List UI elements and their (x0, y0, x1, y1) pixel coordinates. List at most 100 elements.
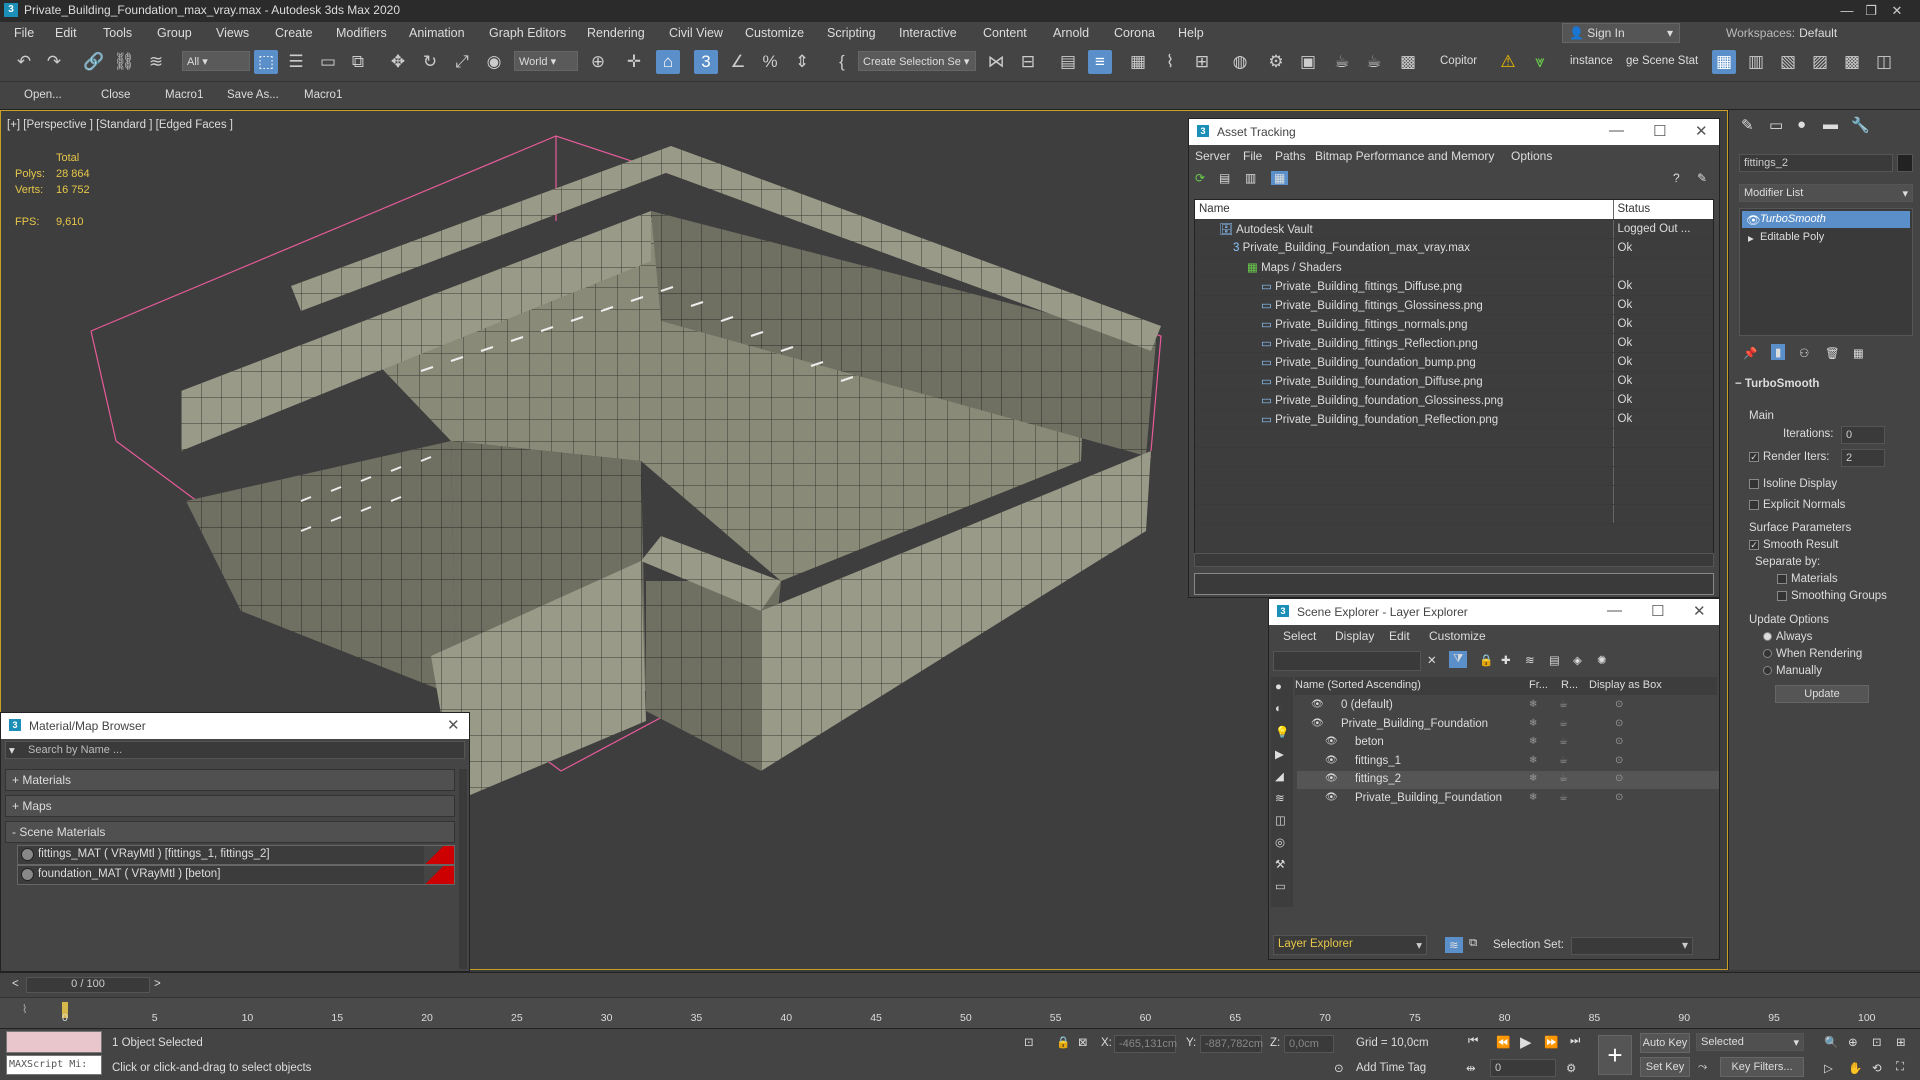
maxscript-listener-pink[interactable] (6, 1031, 102, 1053)
instance-label[interactable]: instance (1570, 55, 1613, 67)
freeze-icon[interactable]: ❄ (1529, 792, 1537, 803)
freeze-icon[interactable]: ❄ (1529, 755, 1537, 766)
smooth-result-checkbox[interactable]: ✓ Smooth Result (1749, 539, 1838, 551)
asset-row[interactable]: ▭ Private_Building_foundation_Glossiness… (1195, 390, 1713, 410)
named-selection-dropdown[interactable]: Create Selection Se ▾ (858, 51, 976, 71)
maxscript-mini-listener[interactable]: MAXScript Mi: (6, 1055, 102, 1075)
freeze-icon[interactable]: ❄ (1529, 773, 1537, 784)
select-object-icon[interactable]: ⬚ (254, 50, 278, 74)
close-icon[interactable]: ✕ (447, 716, 460, 734)
grid-view-icon[interactable]: ▦ (1271, 171, 1289, 185)
refresh-icon[interactable]: ⟳ (1195, 171, 1205, 185)
section-maps[interactable]: + Maps (5, 795, 455, 817)
create-tab-icon[interactable]: ✎ (1741, 116, 1754, 134)
time-config-icon[interactable]: ⚙ (1566, 1061, 1576, 1075)
explicit-normals-checkbox[interactable]: Explicit Normals (1749, 499, 1845, 511)
asset-row[interactable]: ▭ Private_Building_foundation_bump.png Ok (1195, 352, 1713, 372)
list-view-icon[interactable]: ▤ (1219, 171, 1230, 185)
box-icon[interactable]: ⊙ (1615, 755, 1623, 766)
at-menu-bitmap[interactable]: Bitmap Performance and Memory (1315, 149, 1494, 163)
render-icon[interactable]: ☕ (1559, 736, 1568, 747)
current-frame-field[interactable]: 0 (1490, 1059, 1556, 1077)
asset-row[interactable]: 🗄 Autodesk Vault Logged Out ... (1195, 219, 1713, 239)
zoom-extents-all-icon[interactable]: ⊞ (1896, 1035, 1906, 1049)
menu-views[interactable]: Views (216, 26, 249, 40)
tool-icon-6[interactable]: ◫ (1872, 50, 1896, 74)
clear-search-icon[interactable]: ✕ (1427, 653, 1437, 667)
angle-snap-icon[interactable]: ∠ (726, 50, 750, 74)
menu-customize[interactable]: Customize (745, 26, 804, 40)
x-coord-field[interactable]: -465,131cm (1114, 1035, 1177, 1053)
scene-search-input[interactable] (1273, 651, 1421, 671)
help-icon[interactable]: ? (1673, 171, 1680, 185)
section-scene-materials[interactable]: - Scene Materials (5, 821, 455, 843)
box-icon[interactable]: ⊙ (1615, 792, 1623, 803)
asset-row[interactable]: ▭ Private_Building_foundation_Diffuse.pn… (1195, 371, 1713, 391)
edit-named-sets-icon[interactable]: { (830, 50, 854, 74)
scene-row[interactable]: 👁 fittings_1 ❄ ☕ ⊙ (1297, 753, 1719, 771)
orbit-icon[interactable]: ⟲ (1872, 1061, 1882, 1075)
key-mode-toggle-icon[interactable]: ⤳ (1698, 1061, 1707, 1074)
close-icon[interactable]: ✕ (1695, 122, 1708, 140)
time-slider[interactable]: 0 / 100 (26, 977, 150, 993)
menu-civil-view[interactable]: Civil View (669, 26, 723, 40)
modifier-list-dropdown[interactable]: Modifier List ▾ (1739, 184, 1913, 202)
configure-sets-icon[interactable]: ▦ (1853, 346, 1864, 360)
render-icon[interactable]: ☕ (1330, 50, 1354, 74)
add-time-tag[interactable]: Add Time Tag (1356, 1062, 1426, 1074)
macro-macro1[interactable]: Macro1 (165, 89, 203, 101)
at-menu-options[interactable]: Options (1511, 149, 1552, 163)
freeze-icon[interactable]: ❄ (1529, 718, 1537, 729)
asset-row[interactable]: ▭ Private_Building_fittings_Glossiness.p… (1195, 295, 1713, 315)
eye-icon[interactable]: 👁 (1746, 213, 1761, 227)
macro-save-as[interactable]: Save As... (227, 89, 279, 101)
reference-coord-dropdown[interactable]: World ▾ (514, 51, 578, 71)
visibility-eye-icon[interactable]: 👁 (1325, 736, 1338, 747)
minimize-icon[interactable]: — (1607, 602, 1622, 619)
asset-row[interactable]: ▭ Private_Building_foundation_Reflection… (1195, 409, 1713, 429)
align-icon[interactable]: ⊟ (1016, 50, 1040, 74)
col-name-header[interactable]: Name (1195, 200, 1613, 220)
section-materials[interactable]: + Materials (5, 769, 455, 791)
se-col-r[interactable]: R... (1561, 679, 1578, 691)
next-frame-icon[interactable]: > (154, 978, 161, 990)
always-radio[interactable]: Always (1763, 631, 1812, 643)
turbosmooth-rollout-header[interactable]: − TurboSmooth (1735, 378, 1915, 396)
render-activeshade-icon[interactable]: ▩ (1396, 50, 1420, 74)
tool-icon-5[interactable]: ▩ (1840, 50, 1864, 74)
selection-set-dropdown[interactable]: ▾ (1571, 937, 1693, 955)
maximize-icon[interactable]: ☐ (1651, 602, 1664, 620)
menu-modifiers[interactable]: Modifiers (336, 26, 387, 40)
box-icon[interactable]: ⊙ (1615, 699, 1623, 710)
highlight-icon[interactable]: ✺ (1597, 653, 1607, 667)
snaps-toggle-icon[interactable]: 3 (694, 50, 718, 74)
mmb-scrollbar[interactable] (459, 769, 467, 969)
lock-icon[interactable]: 🔒 (1479, 653, 1493, 667)
macro-open[interactable]: Open... (24, 89, 62, 101)
at-menu-server[interactable]: Server (1195, 149, 1230, 163)
layer-stack-icon[interactable]: ◈ (1573, 653, 1582, 667)
at-menu-paths[interactable]: Paths (1275, 149, 1306, 163)
tool-icon-2[interactable]: ▥ (1744, 50, 1768, 74)
visibility-eye-icon[interactable]: 👁 (1311, 699, 1324, 710)
stack-turbosmooth[interactable]: TurboSmooth (1742, 211, 1910, 228)
keyboard-shortcut-icon[interactable]: ⌂ (656, 50, 680, 74)
scene-row[interactable]: 👁 beton ❄ ☕ ⊙ (1297, 734, 1719, 752)
pivot-center-icon[interactable]: ⊕ (586, 50, 610, 74)
material-foundation[interactable]: foundation_MAT ( VRayMtl ) [beton] (17, 865, 455, 885)
z-coord-field[interactable]: 0,0cm (1284, 1035, 1334, 1053)
bind-spacewarp-icon[interactable]: ≋ (144, 50, 168, 74)
link-icon[interactable]: 🔗 (82, 50, 106, 74)
fov-icon[interactable]: ▷ (1824, 1061, 1833, 1075)
ribbon-icon[interactable]: ▦ (1126, 50, 1150, 74)
select-manipulate-icon[interactable]: ✛ (622, 50, 646, 74)
show-end-result-icon[interactable]: ▮ (1771, 344, 1786, 360)
smoothing-groups-checkbox[interactable]: Smoothing Groups (1777, 590, 1887, 602)
asset-path-field[interactable] (1194, 573, 1714, 595)
box-icon[interactable]: ⊙ (1615, 718, 1623, 729)
close-icon[interactable]: ✕ (1874, 0, 1920, 22)
curve-editor-icon[interactable]: ⌇ (1158, 50, 1182, 74)
key-mode-icon[interactable]: ⇹ (1466, 1061, 1476, 1075)
display-all-icon[interactable]: ● (1275, 681, 1282, 693)
absolute-mode-icon[interactable]: ⊠ (1078, 1035, 1088, 1049)
